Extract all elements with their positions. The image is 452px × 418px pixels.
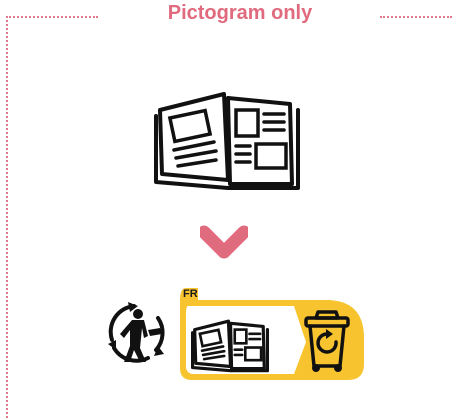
frame-border-top-left <box>6 16 98 18</box>
yellow-recycling-bin-icon <box>304 310 350 372</box>
triman-logo-icon <box>108 302 165 363</box>
chevron-down-icon <box>200 225 248 259</box>
section-heading: Pictogram only <box>167 2 313 24</box>
frame-border-left <box>6 16 8 418</box>
open-book-icon <box>154 92 300 190</box>
label-open-book-icon <box>190 319 270 373</box>
frame-border-top-right <box>380 16 452 18</box>
country-code-tag: FR <box>183 288 198 300</box>
